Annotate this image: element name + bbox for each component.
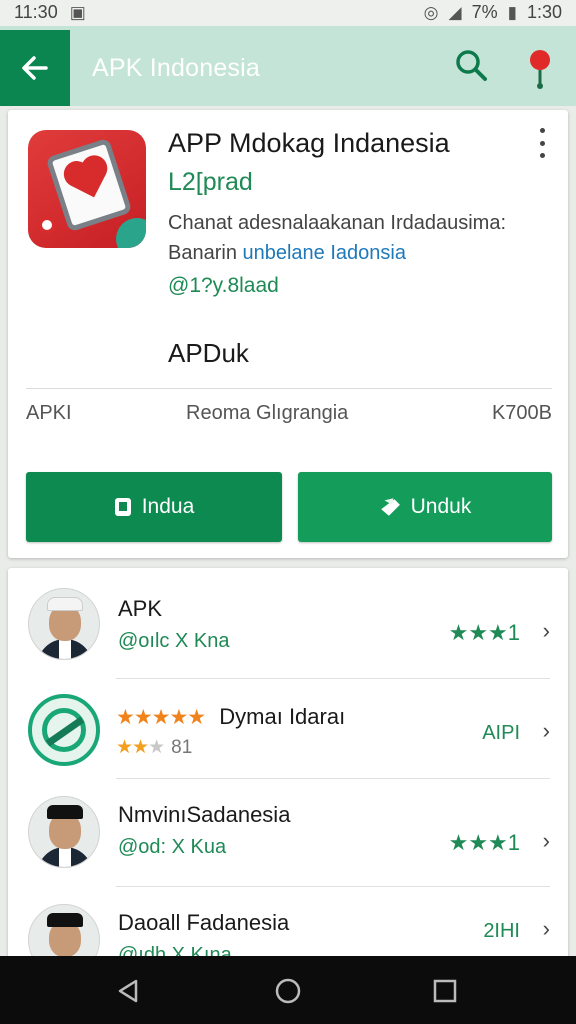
back-arrow-icon bbox=[22, 56, 48, 80]
app-bar: APK Indonesia bbox=[0, 26, 576, 106]
app-handle[interactable]: @1?y.8laad bbox=[168, 274, 279, 298]
divider bbox=[116, 886, 550, 887]
list-item-right-label: AIPI bbox=[482, 722, 520, 744]
status-time-left: 11:30 bbox=[14, 2, 58, 22]
app-developer[interactable]: L2[prad bbox=[168, 168, 253, 197]
app-description-line2: Banarin unbelane Iadonsia bbox=[168, 242, 406, 265]
divider bbox=[26, 388, 552, 389]
install-label: Indua bbox=[141, 495, 195, 518]
app-title: APP Mdokag Indanesia bbox=[168, 128, 450, 158]
image-icon: ▣ bbox=[69, 2, 86, 22]
system-nav-bar bbox=[0, 956, 576, 1024]
list-item-rating-line: ★★★ 81 bbox=[116, 736, 192, 759]
location-pin-icon bbox=[530, 50, 550, 89]
list-item-title: NmvinıSadanesia bbox=[118, 802, 291, 827]
description-link[interactable]: unbelane Iadonsia bbox=[243, 242, 406, 264]
list-item-subtitle: @oılc X Kna bbox=[118, 630, 230, 652]
status-bar: 11:30 ▣ ◎ ◢ 7% ▮ 1:30 bbox=[0, 0, 576, 26]
description-text: Banarin bbox=[168, 242, 243, 264]
meta-size: K700B bbox=[491, 402, 552, 424]
phone-graphic bbox=[45, 137, 133, 233]
app-type-label: APDuk bbox=[168, 338, 249, 368]
app-icon[interactable] bbox=[28, 130, 146, 248]
app-description-line1: Chanat adesnalaakanan Irdadausima: bbox=[168, 212, 507, 234]
chevron-right-icon: › bbox=[542, 718, 550, 743]
search-icon bbox=[456, 50, 487, 81]
list-item-title: APK bbox=[118, 596, 163, 621]
list-item-subtitle: @od: X Kua bbox=[118, 836, 227, 858]
list-item[interactable]: APK @oılc X Kna ★★★1 › bbox=[8, 572, 568, 676]
app-detail-card: APP Mdokag Indanesia L2[prad Chanat ades… bbox=[8, 110, 568, 558]
nav-back-icon[interactable] bbox=[114, 976, 144, 1006]
location-pin-button[interactable] bbox=[520, 46, 560, 90]
alarm-icon: ◎ bbox=[423, 2, 439, 22]
avatar-badge-icon bbox=[28, 694, 100, 766]
list-item-title: Dymaı Idaraı bbox=[219, 704, 346, 729]
chevron-right-icon: › bbox=[542, 618, 550, 643]
signal-icon: ◢ bbox=[448, 2, 462, 22]
heart-icon bbox=[70, 162, 106, 198]
list-item-right-label: 2IHI bbox=[483, 920, 520, 942]
meta-info: Reoma Glıgrangia bbox=[186, 402, 349, 424]
list-item-rating: ★★★1 bbox=[448, 620, 520, 645]
nav-home-icon[interactable] bbox=[273, 976, 303, 1006]
avatar bbox=[28, 796, 100, 868]
avatar bbox=[28, 588, 100, 660]
list-item[interactable]: ★★★★★ Dymaı Idaraı ★★★ 81 AIPI › bbox=[8, 680, 568, 784]
install-button[interactable]: Indua bbox=[26, 472, 282, 542]
divider bbox=[116, 778, 550, 779]
star-filled-icon: ★★ bbox=[116, 737, 149, 758]
app-bar-title: APK Indonesia bbox=[92, 54, 260, 82]
chevron-right-icon: › bbox=[542, 828, 550, 853]
back-button[interactable] bbox=[0, 30, 70, 106]
battery-percent: 7% bbox=[471, 2, 498, 22]
overflow-menu-button[interactable] bbox=[534, 128, 550, 158]
list-item[interactable]: NmvinıSadanesia @od: X Kua ★★★1 › bbox=[8, 780, 568, 884]
more-vert-icon bbox=[539, 128, 545, 133]
search-button[interactable] bbox=[452, 46, 492, 86]
download-icon bbox=[380, 498, 400, 516]
download-label: Unduk bbox=[410, 495, 472, 518]
status-time-right: 1:30 bbox=[526, 2, 562, 22]
install-icon bbox=[114, 498, 131, 516]
nav-recents-icon[interactable] bbox=[430, 976, 460, 1006]
related-list: APK @oılc X Kna ★★★1 › ★★★★★ Dymaı Idara… bbox=[8, 568, 568, 968]
list-item-title-line: ★★★★★ Dymaı Idaraı bbox=[116, 704, 345, 730]
star-rating-icon: ★★★★★ bbox=[116, 706, 206, 729]
star-empty-icon: ★ bbox=[148, 737, 166, 758]
corner-accent bbox=[116, 218, 146, 248]
rating-number: 81 bbox=[171, 737, 193, 758]
list-item-rating: ★★★1 bbox=[448, 830, 520, 855]
chevron-right-icon: › bbox=[542, 916, 550, 941]
divider bbox=[116, 678, 550, 679]
list-item-title: Daoall Fadanesia bbox=[118, 910, 290, 935]
battery-icon: ▮ bbox=[507, 2, 517, 22]
meta-category: APKI bbox=[26, 402, 72, 424]
download-button[interactable]: Unduk bbox=[298, 472, 552, 542]
badge-dot bbox=[38, 216, 56, 234]
